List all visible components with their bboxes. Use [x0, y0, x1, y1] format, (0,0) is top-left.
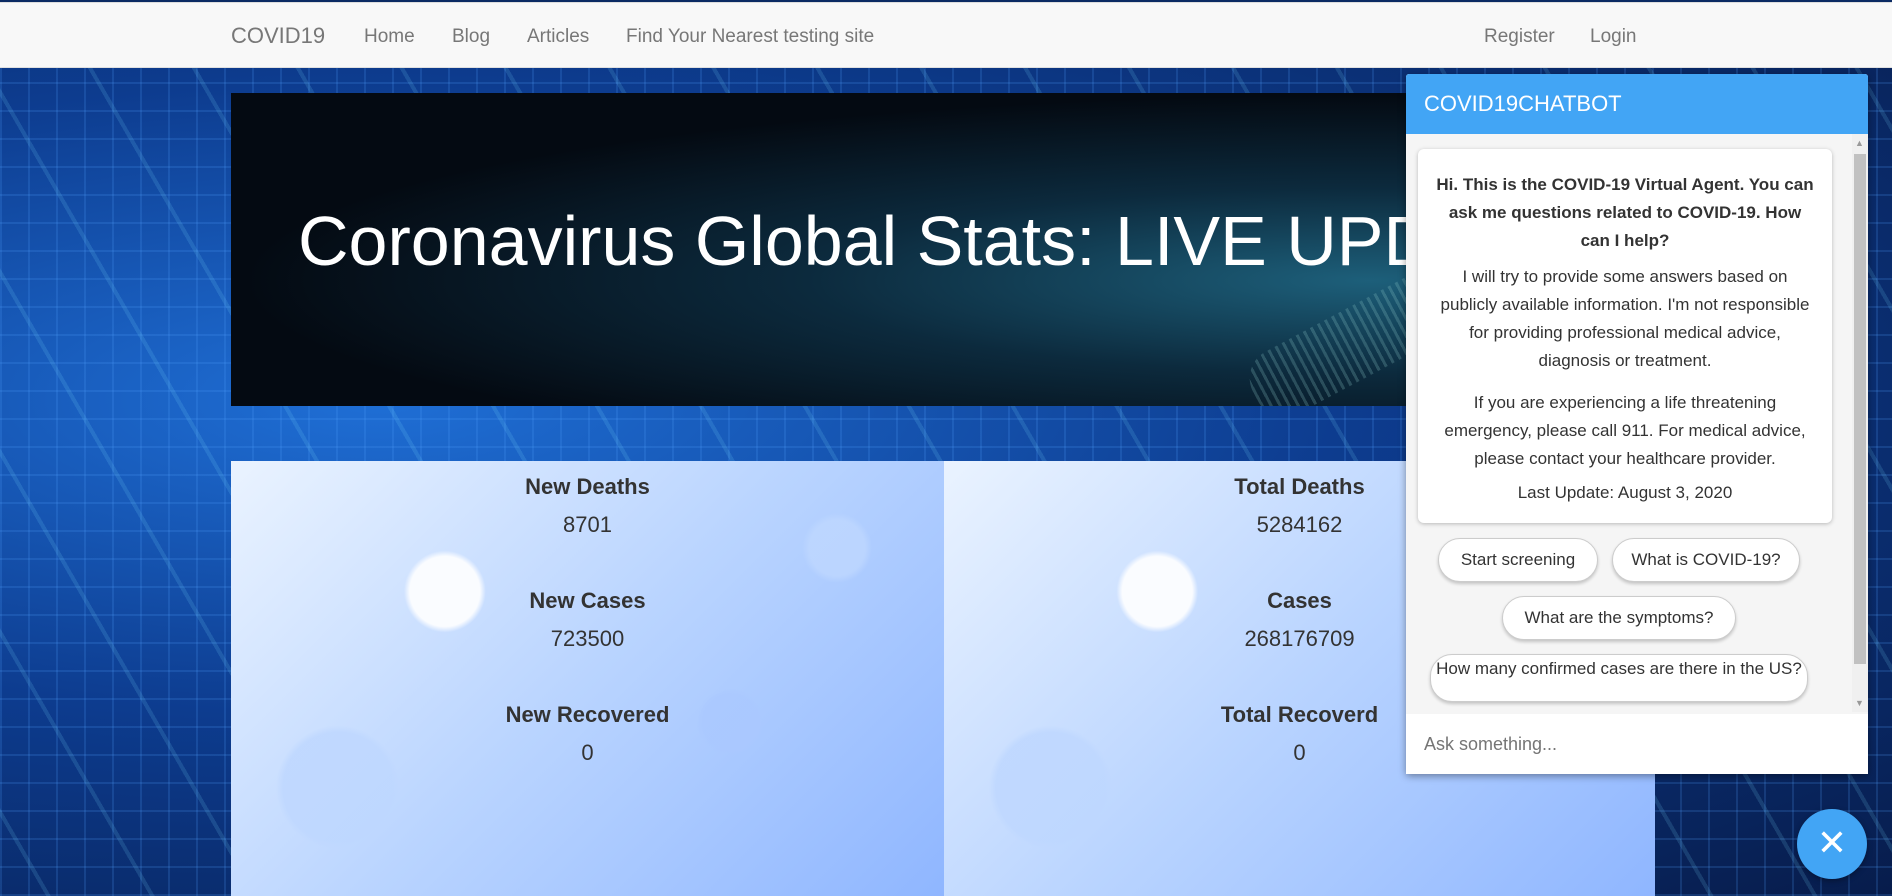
nav-register[interactable]: Register	[1484, 26, 1555, 48]
quick-reply-start-screening[interactable]: Start screening	[1438, 538, 1598, 582]
stat-label: New Recovered	[505, 702, 670, 727]
scroll-thumb[interactable]	[1854, 154, 1866, 664]
chatbot-widget: COVID19CHATBOT Hi. This is the COVID-19 …	[1406, 74, 1868, 774]
bot-last-update: Last Update: August 3, 2020	[1517, 483, 1733, 502]
stat-value: 723500	[550, 626, 625, 651]
stat-new-deaths: New Deaths 8701	[231, 473, 944, 539]
bot-message: Hi. This is the COVID-19 Virtual Agent. …	[1418, 149, 1832, 523]
stat-new-recovered: New Recovered 0	[231, 701, 944, 767]
stat-value: 0	[581, 740, 594, 765]
stat-label: New Deaths	[525, 474, 650, 499]
stat-label: New Cases	[529, 588, 646, 613]
quick-reply-what-is-covid[interactable]: What is COVID-19?	[1612, 538, 1800, 582]
top-navbar: COVID19 Home Blog Articles Find Your Nea…	[0, 2, 1892, 68]
chat-input[interactable]	[1406, 714, 1868, 774]
nav-home[interactable]: Home	[364, 26, 415, 48]
quick-reply-symptoms[interactable]: What are the symptoms?	[1502, 596, 1736, 640]
nav-login[interactable]: Login	[1590, 26, 1637, 48]
nav-blog[interactable]: Blog	[452, 26, 490, 48]
bot-emergency: If you are experiencing a life threateni…	[1444, 393, 1806, 468]
nav-testing-site[interactable]: Find Your Nearest testing site	[626, 26, 874, 48]
scroll-up-arrow-icon[interactable]: ▲	[1855, 138, 1864, 148]
brand-link[interactable]: COVID19	[231, 23, 325, 49]
close-chat-button[interactable]: ✕	[1797, 809, 1867, 879]
scroll-down-arrow-icon[interactable]: ▼	[1855, 698, 1864, 708]
quick-reply-us-cases[interactable]: How many confirmed cases are there in th…	[1430, 654, 1808, 702]
bot-disclaimer: I will try to provide some answers based…	[1440, 267, 1810, 370]
close-icon: ✕	[1816, 822, 1848, 863]
chat-scrollbar[interactable]: ▲ ▼	[1852, 134, 1868, 712]
bot-greeting: Hi. This is the COVID-19 Virtual Agent. …	[1436, 175, 1814, 250]
stats-panel-new: New Deaths 8701 New Cases 723500 New Rec…	[231, 461, 944, 896]
stat-value: 8701	[563, 512, 612, 537]
nav-articles[interactable]: Articles	[527, 26, 589, 48]
chat-messages: Hi. This is the COVID-19 Virtual Agent. …	[1406, 134, 1868, 714]
stat-new-cases: New Cases 723500	[231, 587, 944, 653]
chatbot-title: COVID19CHATBOT	[1406, 74, 1868, 134]
